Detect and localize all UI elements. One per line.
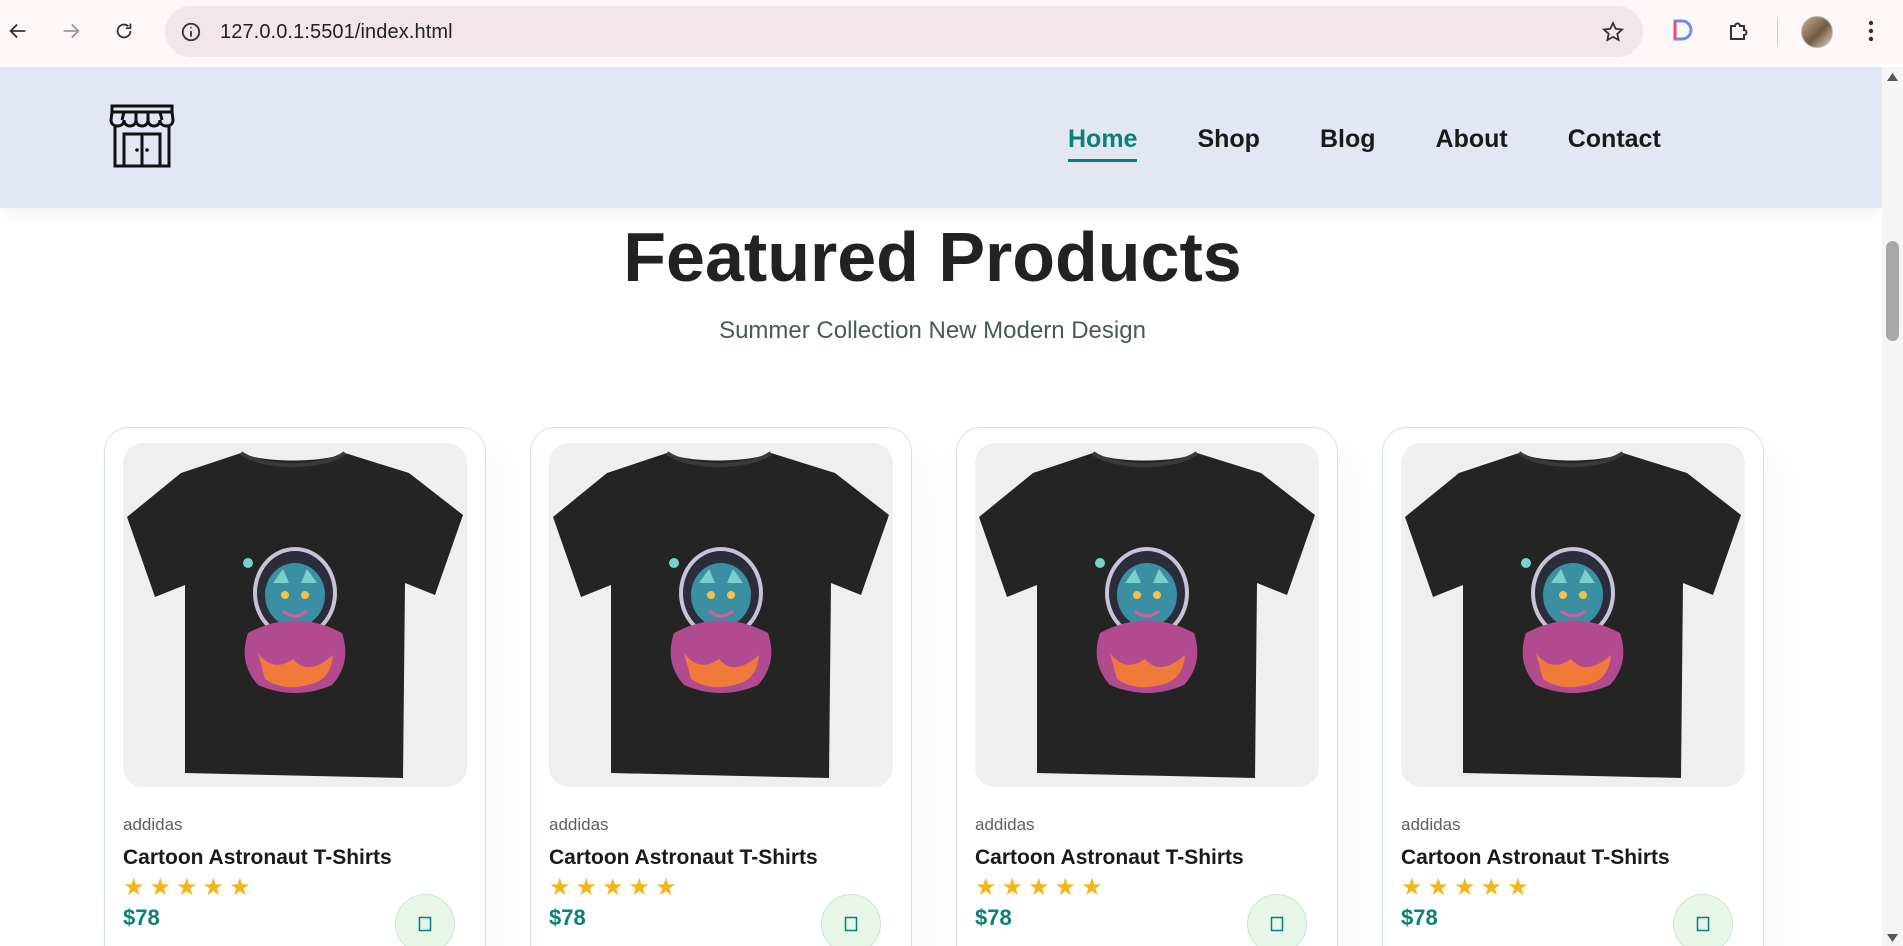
product-grid: addidas Cartoon Astronaut T-Shirts ★ ★ ★ ★ ★…	[104, 427, 1764, 946]
product-brand: addidas	[549, 815, 609, 834]
section-subtitle: Summer Collection New Modern Design	[719, 317, 1146, 344]
product-image[interactable]	[549, 443, 893, 787]
cart-icon	[1270, 916, 1284, 932]
add-to-cart-button[interactable]	[821, 894, 881, 946]
star-icon: ★	[229, 874, 251, 901]
browser-toolbar: 127.0.0.1:5501/index.html	[0, 0, 1903, 64]
info-icon[interactable]	[177, 18, 205, 46]
add-to-cart-button[interactable]	[395, 894, 455, 946]
star-icon: ★	[1028, 874, 1050, 901]
product-name: Cartoon Astronaut T-Shirts	[1401, 846, 1670, 869]
star-icon: ★	[602, 874, 624, 901]
star-icon: ★	[549, 874, 571, 901]
profile-avatar[interactable]	[1801, 16, 1833, 48]
product-name: Cartoon Astronaut T-Shirts	[975, 846, 1244, 869]
nav-home[interactable]: Home	[1068, 125, 1138, 162]
nav-blog[interactable]: Blog	[1320, 125, 1376, 154]
star-icon: ★	[149, 874, 172, 901]
toolbar-divider	[1777, 18, 1778, 46]
product-brand: addidas	[123, 815, 183, 834]
cart-icon	[418, 916, 432, 932]
add-to-cart-button[interactable]	[1247, 894, 1307, 946]
extension-d-icon[interactable]	[1665, 14, 1699, 48]
add-to-cart-button[interactable]	[1673, 894, 1733, 946]
star-icon: ★	[1427, 874, 1450, 901]
url-text[interactable]: 127.0.0.1:5501/index.html	[220, 21, 453, 44]
back-arrow-icon[interactable]	[2, 15, 34, 47]
section-title: Featured Products	[623, 218, 1242, 296]
product-brand: addidas	[1401, 815, 1461, 834]
star-icon: ★	[1507, 874, 1529, 901]
star-icon: ★	[1401, 874, 1423, 901]
scroll-up-icon[interactable]	[1886, 71, 1899, 83]
product-name: Cartoon Astronaut T-Shirts	[123, 846, 392, 869]
address-bar[interactable]: 127.0.0.1:5501/index.html	[165, 6, 1643, 57]
star-icon: ★	[575, 874, 598, 901]
nav-contact[interactable]: Contact	[1568, 125, 1661, 154]
star-icon: ★	[1480, 874, 1503, 901]
nav-shop[interactable]: Shop	[1197, 125, 1260, 154]
page-scrollbar[interactable]	[1882, 67, 1903, 946]
star-icon: ★	[975, 874, 997, 901]
star-icon: ★	[1081, 874, 1103, 901]
product-card[interactable]: addidas Cartoon Astronaut T-Shirts ★ ★ ★ ★ ★…	[956, 427, 1338, 946]
cart-icon	[1696, 916, 1710, 932]
extensions-puzzle-icon[interactable]	[1721, 14, 1755, 48]
star-icon: ★	[176, 874, 198, 901]
star-icon: ★	[1454, 874, 1476, 901]
star-icon: ★	[123, 874, 145, 901]
product-card[interactable]: addidas Cartoon Astronaut T-Shirts ★ ★ ★ ★ ★…	[104, 427, 486, 946]
page-viewport: Home Shop Blog About Contact Featured Pr…	[0, 67, 1882, 946]
product-brand: addidas	[975, 815, 1035, 834]
star-icon: ★	[628, 874, 651, 901]
storefront-icon[interactable]	[108, 102, 176, 170]
product-image[interactable]	[1401, 443, 1745, 787]
product-image[interactable]	[975, 443, 1319, 787]
product-card[interactable]: addidas Cartoon Astronaut T-Shirts ★ ★ ★ ★ ★…	[1382, 427, 1764, 946]
main-nav: Home Shop Blog About Contact	[1068, 125, 1721, 162]
product-image[interactable]	[123, 443, 467, 787]
star-icon: ★	[655, 874, 677, 901]
cart-icon	[844, 916, 858, 932]
bookmark-star-icon[interactable]	[1599, 18, 1627, 46]
kebab-menu-icon[interactable]	[1854, 14, 1888, 48]
product-card[interactable]: addidas Cartoon Astronaut T-Shirts ★ ★ ★ ★ ★…	[530, 427, 912, 946]
star-icon: ★	[1054, 874, 1077, 901]
star-icon: ★	[202, 874, 225, 901]
site-header: Home Shop Blog About Contact	[0, 67, 1882, 208]
star-icon: ★	[1001, 874, 1024, 901]
scroll-down-icon[interactable]	[1886, 932, 1899, 944]
product-name: Cartoon Astronaut T-Shirts	[549, 846, 818, 869]
reload-icon[interactable]	[108, 15, 140, 47]
forward-arrow-icon[interactable]	[55, 15, 87, 47]
scrollbar-thumb[interactable]	[1886, 241, 1899, 341]
nav-about[interactable]: About	[1436, 125, 1508, 154]
